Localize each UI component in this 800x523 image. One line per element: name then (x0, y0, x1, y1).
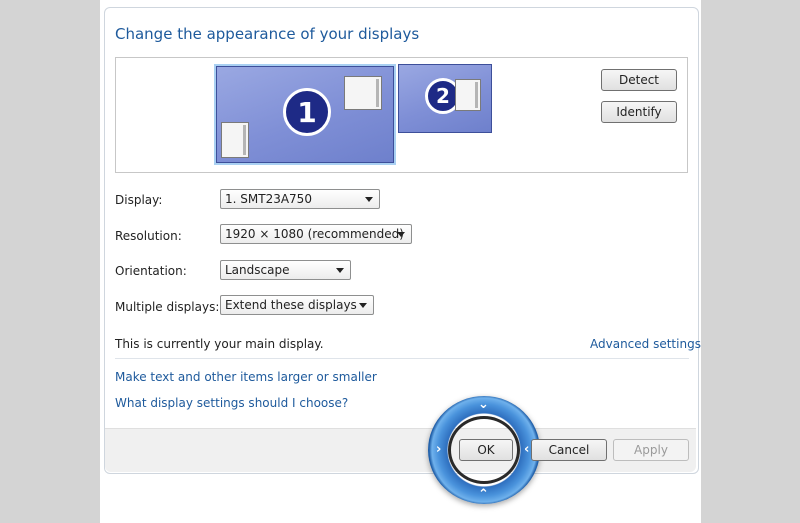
multiple-displays-label: Multiple displays: (115, 300, 220, 314)
orientation-select-value: Landscape (225, 263, 290, 277)
dropdown-arrow-icon (336, 268, 344, 273)
multiple-displays-select-value: Extend these displays (225, 298, 357, 312)
orientation-select[interactable]: Landscape (220, 260, 351, 280)
dialog-footer (105, 428, 696, 472)
display-select-value: 1. SMT23A750 (225, 192, 312, 206)
dropdown-arrow-icon (359, 303, 367, 308)
monitor-1-number: 1 (283, 88, 331, 136)
chevron-down-icon: ⌄ (478, 397, 489, 412)
chevron-left-icon: ‹ (524, 442, 530, 457)
advanced-settings-link[interactable]: Advanced settings (590, 337, 701, 351)
identify-button[interactable]: Identify (601, 101, 677, 123)
resolution-select[interactable]: 1920 × 1080 (recommended) (220, 224, 412, 244)
display-select[interactable]: 1. SMT23A750 (220, 189, 380, 209)
monitor-1[interactable]: 1 (216, 66, 394, 163)
divider (115, 358, 689, 359)
multiple-displays-select[interactable]: Extend these displays (220, 295, 374, 315)
dropdown-arrow-icon (365, 197, 373, 202)
cancel-button[interactable]: Cancel (531, 439, 607, 461)
orientation-label: Orientation: (115, 264, 187, 278)
chevron-right-icon: › (436, 442, 442, 457)
dropdown-arrow-icon (397, 232, 405, 237)
page-title: Change the appearance of your displays (115, 25, 420, 43)
detect-button[interactable]: Detect (601, 69, 677, 91)
display-label: Display: (115, 193, 163, 207)
apply-button[interactable]: Apply (613, 439, 689, 461)
window-thumbnail-icon (221, 122, 249, 158)
display-help-link[interactable]: What display settings should I choose? (115, 396, 348, 410)
ok-button[interactable]: OK (459, 439, 513, 461)
window-thumbnail-icon (455, 79, 481, 111)
text-size-link[interactable]: Make text and other items larger or smal… (115, 370, 377, 384)
chevron-up-icon: ⌃ (478, 487, 489, 502)
window-thumbnail-icon (344, 76, 382, 110)
resolution-label: Resolution: (115, 229, 182, 243)
main-display-status: This is currently your main display. (115, 337, 324, 351)
monitor-2[interactable]: 2 (398, 64, 492, 133)
resolution-select-value: 1920 × 1080 (recommended) (225, 227, 404, 241)
